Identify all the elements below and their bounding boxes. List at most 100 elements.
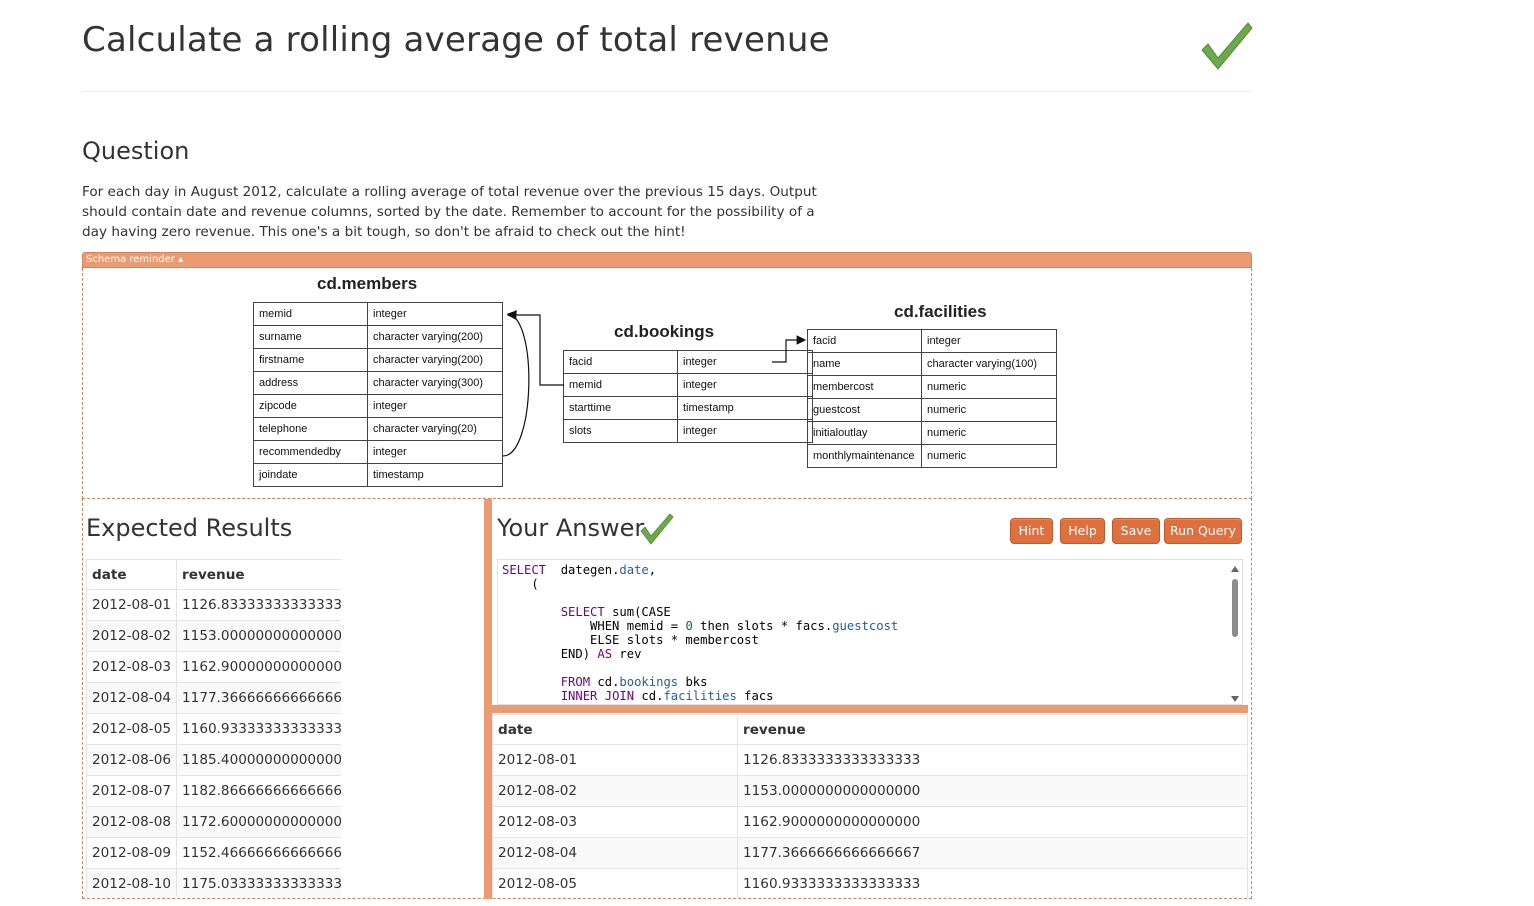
cell-revenue: 1185.4000000000000000 bbox=[176, 744, 341, 776]
cell-date: 2012-08-05 bbox=[492, 868, 738, 898]
answer-results-scroll[interactable]: date revenue 2012-08-01 1126.83333333333333… bbox=[492, 714, 1248, 898]
code-token: 0 bbox=[685, 619, 693, 633]
members-column-row: firstname character varying(200) bbox=[253, 348, 503, 372]
expected-results-heading: Expected Results bbox=[86, 514, 293, 542]
column-name: guestcost bbox=[807, 398, 922, 422]
column-type: integer bbox=[677, 419, 813, 443]
cell-date: 2012-08-09 bbox=[86, 837, 178, 869]
code-token: bookings bbox=[619, 675, 679, 689]
facilities-table: facid integer name character varying(100) me… bbox=[807, 329, 1057, 468]
facilities-table-title: cd.facilities bbox=[894, 302, 987, 321]
facilities-column-row: facid integer bbox=[807, 329, 1057, 353]
members-column-row: memid integer bbox=[253, 302, 503, 326]
horizontal-splitter[interactable] bbox=[492, 705, 1248, 713]
column-name: facid bbox=[563, 350, 678, 374]
cell-revenue: 1177.3666666666666667 bbox=[176, 682, 341, 714]
scroll-up-icon[interactable] bbox=[1231, 566, 1239, 572]
column-header-revenue: revenue bbox=[176, 559, 341, 590]
question-text: For each day in August 2012, calculate a… bbox=[82, 184, 817, 240]
code-token: SELECT bbox=[502, 563, 547, 577]
facilities-column-row: name character varying(100) bbox=[807, 352, 1057, 376]
column-type: character varying(100) bbox=[921, 352, 1057, 376]
facilities-column-row: initialoutlay numeric bbox=[807, 421, 1057, 445]
facilities-column-row: monthlymaintenance numeric bbox=[807, 444, 1057, 468]
answer-results-table: date revenue 2012-08-01 1126.83333333333333… bbox=[492, 714, 1248, 898]
code-token: cd. bbox=[590, 675, 620, 689]
hint-button[interactable]: Hint bbox=[1010, 518, 1053, 544]
scroll-thumb[interactable] bbox=[1232, 579, 1238, 637]
code-token: ( bbox=[502, 577, 539, 591]
column-name: slots bbox=[563, 419, 678, 443]
cell-date: 2012-08-08 bbox=[86, 806, 178, 838]
table-row: 2012-08-021153.0000000000000000 bbox=[492, 775, 1248, 807]
code-token: facs bbox=[736, 689, 774, 703]
editor-scrollbar[interactable] bbox=[1230, 564, 1240, 702]
cell-date: 2012-08-01 bbox=[492, 744, 738, 776]
schema-reminder-toggle[interactable]: Schema reminder ▴ bbox=[86, 253, 183, 267]
scroll-down-icon[interactable] bbox=[1231, 696, 1239, 702]
sql-editor[interactable]: SELECT dategen.date, ( SELECT sum(CASE W… bbox=[497, 559, 1243, 705]
column-name: surname bbox=[253, 325, 368, 349]
cell-revenue: 1152.4666666666666667 bbox=[176, 837, 341, 869]
bookings-table: facid integer memid integer starttime timesta… bbox=[563, 350, 813, 443]
cell-date: 2012-08-10 bbox=[86, 868, 178, 897]
cell-revenue: 1182.8666666666666667 bbox=[176, 775, 341, 807]
table-row: 2012-08-031162.9000000000000000 bbox=[86, 651, 341, 683]
table-row: 2012-08-041177.3666666666666667 bbox=[492, 837, 1248, 869]
code-token: rev bbox=[612, 647, 642, 661]
code-token: facilities bbox=[663, 689, 737, 703]
members-column-row: address character varying(300) bbox=[253, 371, 503, 395]
column-type: integer bbox=[677, 373, 813, 397]
cell-date: 2012-08-03 bbox=[492, 806, 738, 838]
expected-results-scroll[interactable]: date revenue 2012-08-01 1126.83333333333333… bbox=[86, 559, 341, 897]
column-name: name bbox=[807, 352, 922, 376]
code-token: cd. bbox=[634, 689, 664, 703]
bookings-column-row: memid integer bbox=[563, 373, 813, 397]
cell-date: 2012-08-07 bbox=[86, 775, 178, 807]
table-row: 2012-08-051160.9333333333333333 bbox=[86, 713, 341, 745]
code-token: , bbox=[648, 563, 657, 577]
bookings-column-row: starttime timestamp bbox=[563, 396, 813, 420]
column-type: integer bbox=[367, 440, 503, 464]
cell-revenue: 1153.0000000000000000 bbox=[176, 620, 341, 652]
column-name: membercost bbox=[807, 375, 922, 399]
column-header-revenue: revenue bbox=[737, 714, 1248, 745]
column-header-date: date bbox=[492, 714, 738, 745]
column-type: integer bbox=[367, 394, 503, 418]
cell-date: 2012-08-05 bbox=[86, 713, 178, 745]
save-button[interactable]: Save bbox=[1112, 518, 1160, 544]
cell-date: 2012-08-02 bbox=[86, 620, 178, 652]
vertical-splitter[interactable] bbox=[484, 499, 492, 899]
facilities-column-row: guestcost numeric bbox=[807, 398, 1057, 422]
cell-revenue: 1126.8333333333333333 bbox=[737, 744, 1248, 776]
your-answer-heading: Your Answer bbox=[497, 514, 645, 542]
cell-revenue: 1162.9000000000000000 bbox=[737, 806, 1248, 838]
cell-revenue: 1162.9000000000000000 bbox=[176, 651, 341, 683]
cell-revenue: 1160.9333333333333333 bbox=[737, 868, 1248, 898]
schema-reminder-bar[interactable]: Schema reminder ▴ bbox=[82, 252, 1252, 268]
table-row: 2012-08-061185.4000000000000000 bbox=[86, 744, 341, 776]
bookings-table-title: cd.bookings bbox=[614, 322, 715, 341]
column-type: numeric bbox=[921, 421, 1057, 445]
header-row: date revenue bbox=[86, 559, 341, 590]
cell-date: 2012-08-04 bbox=[492, 837, 738, 869]
cell-date: 2012-08-03 bbox=[86, 651, 178, 683]
expected-results-table: date revenue 2012-08-01 1126.83333333333333… bbox=[86, 559, 341, 897]
run-query-button[interactable]: Run Query bbox=[1164, 518, 1242, 544]
sql-code[interactable]: SELECT dategen.date, ( SELECT sum(CASE W… bbox=[498, 560, 1242, 704]
page-title: Calculate a rolling average of total rev… bbox=[82, 20, 830, 60]
table-row: 2012-08-091152.4666666666666667 bbox=[86, 837, 341, 869]
members-column-row: telephone character varying(20) bbox=[253, 417, 503, 441]
column-type: integer bbox=[367, 302, 503, 326]
code-token: INNER bbox=[560, 689, 598, 703]
help-button[interactable]: Help bbox=[1060, 518, 1105, 544]
code-token: AS bbox=[597, 647, 613, 661]
question-heading: Question bbox=[82, 137, 190, 165]
column-name: initialoutlay bbox=[807, 421, 922, 445]
column-name: memid bbox=[253, 302, 368, 326]
column-type: numeric bbox=[921, 375, 1057, 399]
cell-date: 2012-08-06 bbox=[86, 744, 178, 776]
cell-date: 2012-08-02 bbox=[492, 775, 738, 807]
